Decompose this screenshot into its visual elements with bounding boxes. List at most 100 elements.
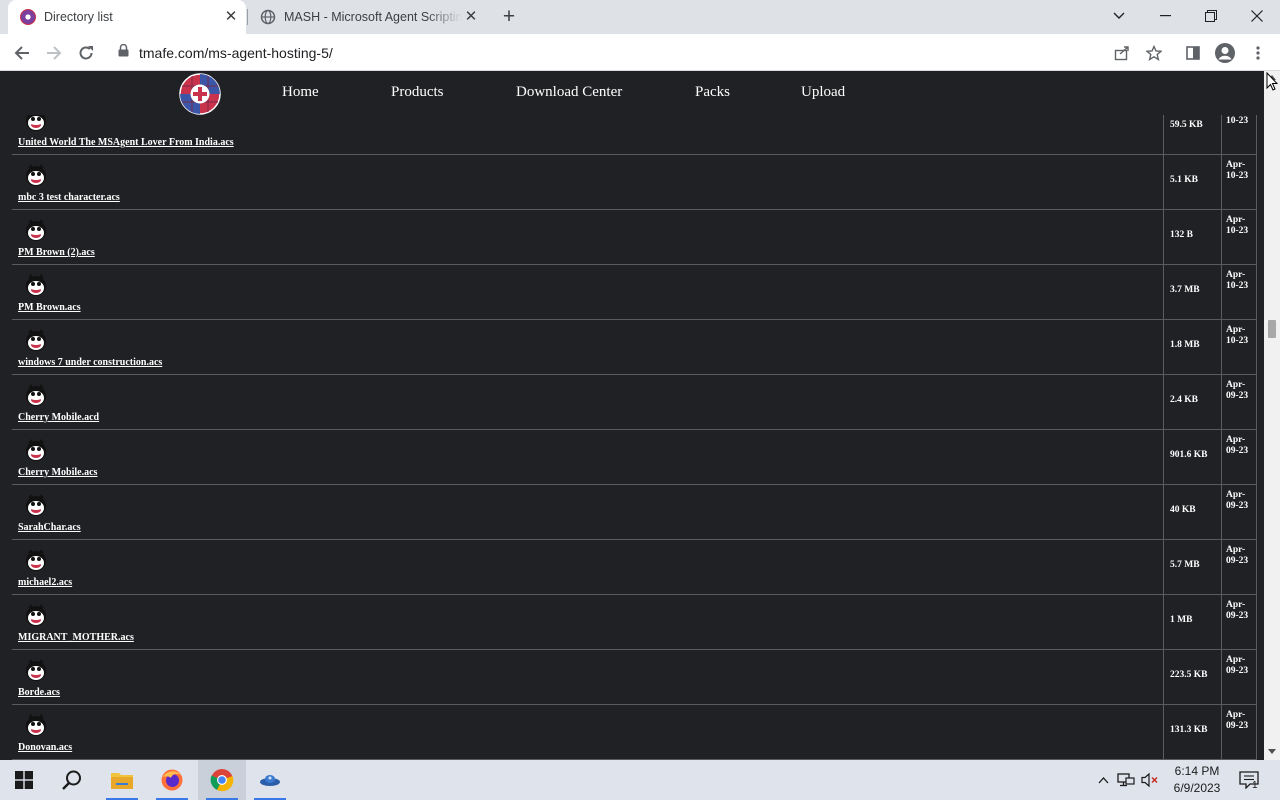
file-row: Donovan.acs 131.3 KB Apr-09-23 — [12, 705, 1257, 760]
network-tray-button[interactable] — [1115, 760, 1137, 800]
lock-icon[interactable] — [118, 43, 129, 62]
agent-character-icon[interactable] — [24, 383, 48, 407]
page-scrollbar[interactable] — [1264, 71, 1280, 760]
scroll-down-arrow-icon[interactable] — [1268, 749, 1276, 754]
bookmark-star-icon[interactable] — [1141, 40, 1167, 66]
url-text[interactable]: tmafe.com/ms-agent-hosting-5/ — [139, 45, 333, 61]
agent-character-icon[interactable] — [24, 218, 48, 242]
file-name-cell: Borde.acs — [12, 650, 1163, 705]
file-link[interactable]: Borde.acs — [18, 687, 60, 698]
minimize-button[interactable] — [1142, 0, 1188, 32]
file-link[interactable]: Donovan.acs — [18, 742, 72, 753]
tab-search-icon[interactable] — [1096, 0, 1142, 32]
agent-app-icon — [260, 775, 280, 786]
file-date-cell: Apr-09-23 — [1222, 540, 1257, 595]
file-date: Apr-10-23 — [1226, 160, 1249, 181]
file-row: Borde.acs 223.5 KB Apr-09-23 — [12, 650, 1257, 705]
file-link[interactable]: michael2.acs — [18, 577, 72, 588]
chrome-icon — [210, 769, 234, 792]
profile-avatar-icon[interactable] — [1212, 40, 1238, 66]
new-tab-button[interactable]: + — [498, 6, 520, 28]
volume-tray-button[interactable] — [1139, 760, 1161, 800]
file-name-cell: SarahChar.acs — [12, 485, 1163, 540]
file-link[interactable]: PM Brown.acs — [18, 302, 81, 313]
file-name-cell: PM Brown (2).acs — [12, 210, 1163, 265]
file-name-cell: MIGRANT_MOTHER.acs — [12, 595, 1163, 650]
agent-character-icon[interactable] — [24, 603, 48, 627]
site-logo-icon[interactable] — [179, 73, 221, 115]
file-size-cell: 40 KB — [1163, 485, 1222, 540]
file-link[interactable]: SarahChar.acs — [18, 522, 81, 533]
chrome-button[interactable] — [198, 760, 246, 800]
file-link[interactable]: PM Brown (2).acs — [18, 247, 95, 258]
agent-character-icon[interactable] — [24, 273, 48, 297]
file-name-cell: PM Brown.acs — [12, 265, 1163, 320]
agent-character-icon[interactable] — [24, 658, 48, 682]
file-link[interactable]: mbc 3 test character.acs — [18, 192, 120, 203]
browser-toolbar: tmafe.com/ms-agent-hosting-5/ — [0, 34, 1280, 71]
notification-center-button[interactable]: 1 — [1236, 760, 1262, 800]
file-link[interactable]: MIGRANT_MOTHER.acs — [18, 632, 134, 643]
restore-button[interactable] — [1188, 0, 1234, 32]
agent-character-icon[interactable] — [24, 548, 48, 572]
nav-home-link[interactable]: Home — [282, 84, 319, 101]
windows-logo-icon — [15, 771, 33, 789]
file-link[interactable]: windows 7 under construction.acs — [18, 357, 162, 368]
agent-character-icon[interactable] — [24, 163, 48, 187]
firefox-button[interactable] — [148, 760, 196, 800]
close-window-button[interactable] — [1234, 0, 1280, 32]
file-date-cell: Apr-09-23 — [1222, 595, 1257, 650]
file-size-cell: 223.5 KB — [1163, 650, 1222, 705]
nav-products-link[interactable]: Products — [391, 84, 444, 101]
chrome-menu-icon[interactable] — [1245, 40, 1271, 66]
file-row: PM Brown (2).acs 132 B Apr-10-23 — [12, 210, 1257, 265]
file-link[interactable]: United World The MSAgent Lover From Indi… — [18, 137, 234, 148]
agent-character-icon[interactable] — [24, 713, 48, 737]
agent-character-icon[interactable] — [24, 493, 48, 517]
file-date-cell: Apr-09-23 — [1222, 375, 1257, 430]
close-tab-icon[interactable]: ✕ — [222, 8, 240, 26]
site-favicon-icon — [20, 9, 36, 25]
file-date: Apr-09-23 — [1226, 380, 1249, 401]
reload-button[interactable] — [72, 39, 100, 67]
clock-date: 6/9/2023 — [1173, 781, 1221, 795]
share-icon[interactable] — [1109, 40, 1135, 66]
app-button[interactable] — [246, 760, 294, 800]
file-name-cell: windows 7 under construction.acs — [12, 320, 1163, 375]
side-panel-icon[interactable] — [1180, 40, 1206, 66]
file-explorer-button[interactable] — [98, 760, 146, 800]
file-size-cell: 1 MB — [1163, 595, 1222, 650]
file-date-cell: Apr-10-23 — [1222, 210, 1257, 265]
file-link[interactable]: Cherry Mobile.acd — [18, 412, 99, 423]
file-row: SarahChar.acs 40 KB Apr-09-23 — [12, 485, 1257, 540]
file-size: 2.4 KB — [1170, 395, 1198, 405]
search-icon — [62, 770, 81, 790]
file-date-cell: Apr-10-23 — [1222, 155, 1257, 210]
file-size-cell: 901.6 KB — [1163, 430, 1222, 485]
tab-title: MASH - Microsoft Agent Scripting Helper — [284, 10, 462, 24]
tab-mash[interactable]: MASH - Microsoft Agent Scripting Helper … — [248, 0, 486, 34]
show-hidden-icons-button[interactable] — [1094, 760, 1112, 800]
address-bar[interactable]: tmafe.com/ms-agent-hosting-5/ — [108, 37, 1174, 68]
tab-directory-list[interactable]: Directory list ✕ — [8, 0, 246, 34]
file-size-cell: 131.3 KB — [1163, 705, 1222, 760]
nav-download-center-link[interactable]: Download Center — [516, 84, 622, 101]
file-size: 3.7 MB — [1170, 285, 1200, 295]
file-size-cell: 3.7 MB — [1163, 265, 1222, 320]
forward-button[interactable] — [40, 39, 68, 67]
search-button[interactable] — [48, 760, 96, 800]
close-tab-icon[interactable]: ✕ — [462, 8, 480, 26]
scrollbar-thumb[interactable] — [1268, 320, 1276, 338]
nav-packs-link[interactable]: Packs — [695, 84, 730, 101]
file-row: mbc 3 test character.acs 5.1 KB Apr-10-23 — [12, 155, 1257, 210]
file-name-cell: Cherry Mobile.acs — [12, 430, 1163, 485]
agent-character-icon[interactable] — [24, 328, 48, 352]
start-button[interactable] — [0, 760, 48, 800]
file-link[interactable]: Cherry Mobile.acs — [18, 467, 97, 478]
nav-upload-link[interactable]: Upload — [801, 84, 845, 101]
agent-character-icon[interactable] — [24, 438, 48, 462]
file-name-cell: Cherry Mobile.acd — [12, 375, 1163, 430]
taskbar-clock[interactable]: 6:14 PM 6/9/2023 — [1162, 763, 1232, 797]
tab-title: Directory list — [44, 10, 113, 24]
back-button[interactable] — [8, 39, 36, 67]
